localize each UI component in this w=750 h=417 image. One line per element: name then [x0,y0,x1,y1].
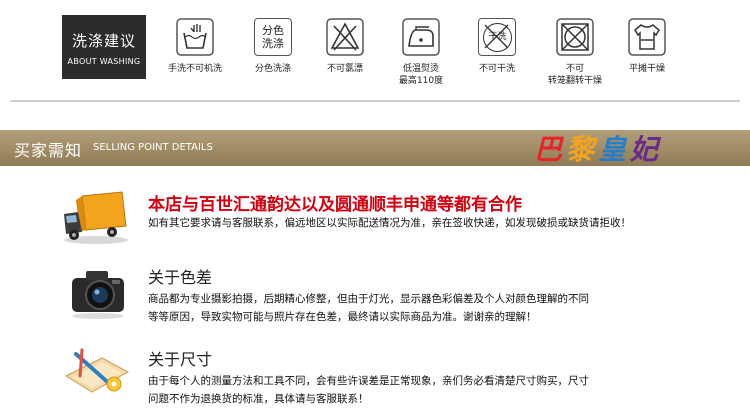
hand-wash-icon [176,18,214,56]
care-label: 平摊干燥 [628,64,665,74]
section-title: 关于色差 [148,268,213,287]
camera-icon [72,271,124,319]
section-text-line: 等等原因，导致实物可能与照片存在色差，最终请以实际商品为准。谢谢亲的理解！ [148,311,537,323]
brand-char: 巴 [534,133,567,166]
care-item-no-bleach: 不可氯漂 [310,18,380,75]
cross-icon [484,24,509,49]
care-label: 不可干洗 [478,64,515,74]
section-text: 由于每个人的测量方法和工具不同，会有些许误差是正常现象，亲们务必看清楚尺寸购买，… [148,372,693,408]
washing-subtitle: ABOUT WASHING [67,57,141,66]
no-tumble-dry-icon [556,18,594,56]
care-label: 分色洗涤 [254,64,291,74]
info-color-difference: 关于色差 商品都为专业摄影拍摄，后期精心修整，但由于灯光，显示器色彩偏差及个人对… [60,264,740,334]
section-text: 如有其它要求请与客服联系，偏远地区以实际配送情况为准，亲在签收快递，如发现破损或… [148,214,693,232]
brand-char: 妃 [630,133,663,166]
notice-title: 买家需知 [14,141,83,160]
brand-logo: 巴黎皇妃 [534,128,662,168]
notice-subtitle: SELLING POINT DETAILS [93,142,213,153]
brand-char: 黎 [566,133,599,166]
low-temp-iron-icon [402,18,440,56]
care-label: 不可氯漂 [326,64,363,74]
care-item-no-dry-clean: 干洗 不可干洗 [462,18,532,75]
care-item-low-temp-iron: 低温熨烫 最高110度 [386,18,456,87]
care-label: 低温熨烫 最高110度 [398,64,444,86]
delivery-truck-icon [64,191,128,244]
care-item-hand-wash: 手洗不可机洗 [160,18,230,75]
section-title: 关于尺寸 [148,350,213,369]
care-item-separate-wash: 分色 洗涤 分色洗涤 [238,18,308,75]
separate-wash-icon: 分色 洗涤 [254,18,292,56]
care-label: 手洗不可机洗 [167,64,222,74]
washing-title: 洗涤建议 [71,32,136,50]
washing-section: 洗涤建议 ABOUT WASHING 手洗不可机洗 分色 洗涤 分色洗涤 不可氯… [0,0,750,120]
section-text-line: 如有其它要求请与客服联系，偏远地区以实际配送情况为准，亲在签收快递，如发现破损或… [148,217,631,229]
divider [10,100,740,102]
care-item-flat-dry: 平摊干燥 [612,18,682,75]
no-dry-clean-icon: 干洗 [478,18,516,56]
section-text: 商品都为专业摄影拍摄，后期精心修整，但由于灯光，显示器色彩偏差及个人对颜色理解的… [148,290,693,326]
brand-char: 皇 [598,133,631,166]
care-label: 不可 转笼翻转干燥 [547,64,602,86]
info-size: 关于尺寸 由于每个人的测量方法和工具不同，会有些许误差是正常现象，亲们务必看清楚… [60,346,740,416]
washing-title-box: 洗涤建议 ABOUT WASHING [62,15,146,79]
section-title: 本店与百世汇通韵达以及圆通顺丰申通等都有合作 [148,195,522,215]
section-text-line: 问题不作为退换货的标准，具体请与客服联系！ [148,393,369,405]
info-delivery: 本店与百世汇通韵达以及圆通顺丰申通等都有合作 如有其它要求请与客服联系，偏远地区… [60,190,740,250]
flat-dry-icon [628,18,666,56]
measuring-tools-icon [64,348,130,393]
section-text-line: 由于每个人的测量方法和工具不同，会有些许误差是正常现象，亲们务必看清楚尺寸购买，… [148,375,589,387]
care-item-no-tumble-dry: 不可 转笼翻转干燥 [540,18,610,87]
no-bleach-icon [326,18,364,56]
section-text-line: 商品都为专业摄影拍摄，后期精心修整，但由于灯光，显示器色彩偏差及个人对颜色理解的… [148,293,589,305]
